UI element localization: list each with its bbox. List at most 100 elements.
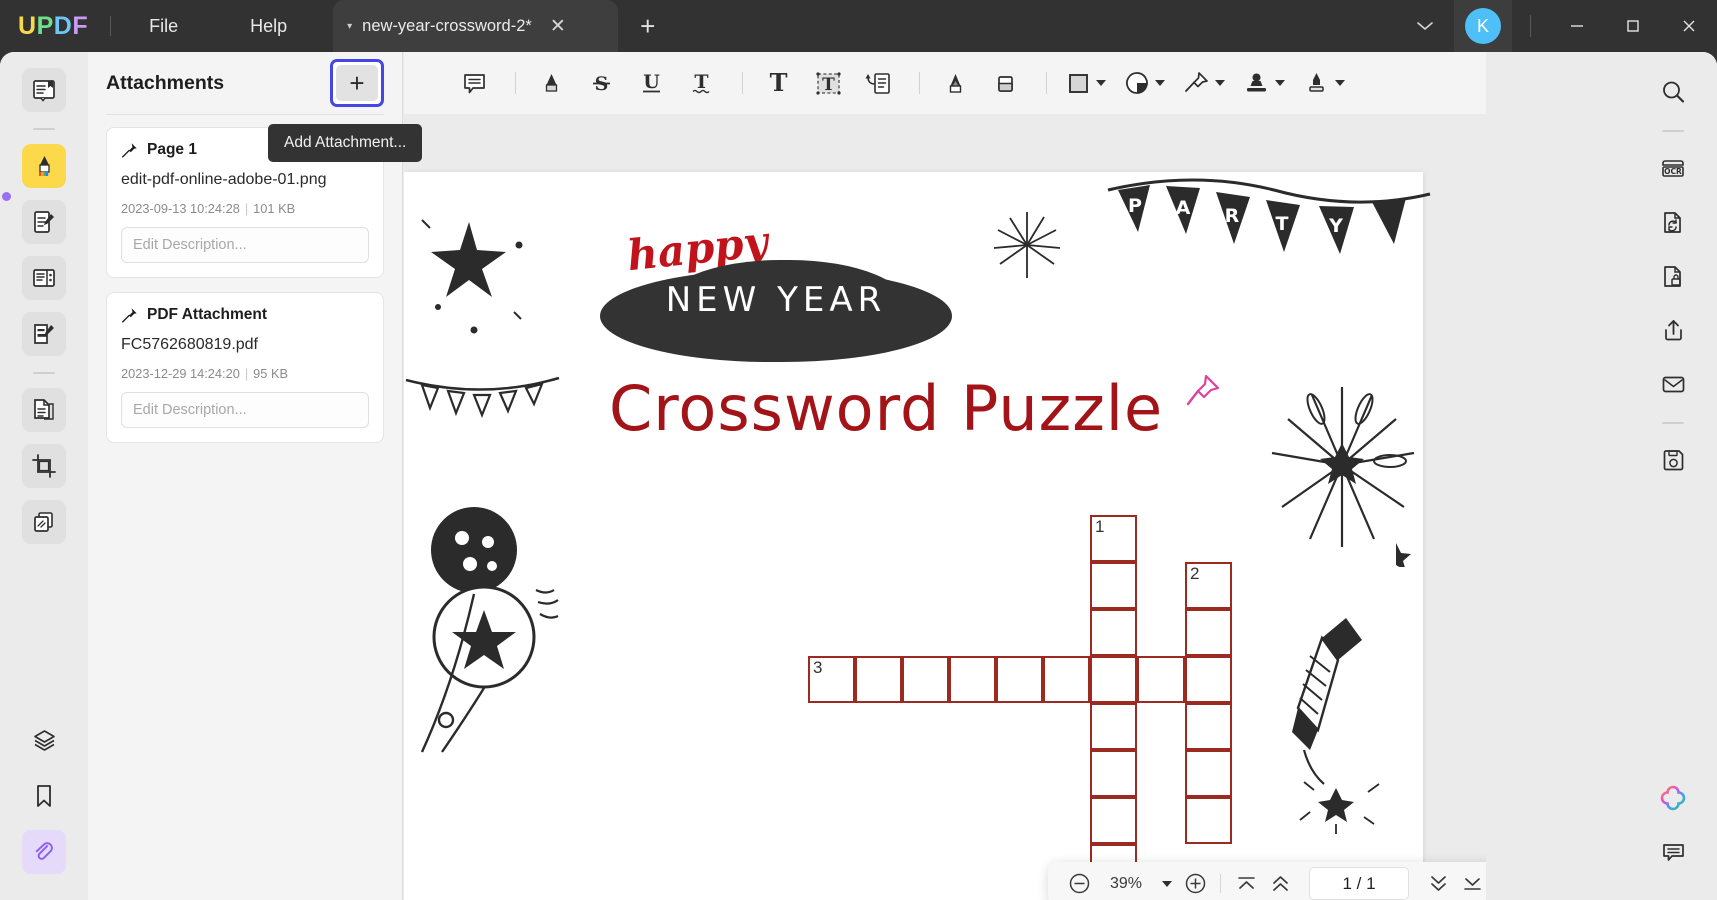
- crossword-cell[interactable]: [1137, 656, 1185, 703]
- app-body: Attachments + Page 1 edit-pdf-online-ado…: [0, 52, 1717, 900]
- eraser-tool[interactable]: [983, 61, 1027, 105]
- chevron-down-icon[interactable]: [1335, 80, 1345, 86]
- zoom-in-button[interactable]: [1178, 867, 1212, 900]
- sidebar-layers-icon[interactable]: [22, 718, 66, 762]
- crossword-cell[interactable]: [996, 656, 1043, 703]
- squiggly-tool[interactable]: T: [679, 61, 723, 105]
- pencil-tool[interactable]: [933, 61, 977, 105]
- sidebar-page-tools-icon[interactable]: [22, 256, 66, 300]
- crossword-number: 1: [1095, 517, 1105, 536]
- sticker-tool[interactable]: [1118, 61, 1171, 105]
- crossword-cell[interactable]: [1185, 609, 1232, 656]
- highlight-tool[interactable]: [529, 61, 573, 105]
- crossword-cell[interactable]: [1185, 797, 1232, 844]
- list-item[interactable]: PDF Attachment FC5762680819.pdf 2023-12-…: [106, 292, 384, 443]
- sidebar-compare-icon[interactable]: [22, 500, 66, 544]
- last-page-icon: [1463, 878, 1481, 890]
- callout-tool[interactable]: [856, 61, 900, 105]
- ocr-icon: OCR: [1662, 160, 1684, 177]
- tab-close-icon[interactable]: ✕: [550, 15, 566, 38]
- file-menu[interactable]: File: [133, 10, 194, 43]
- tab-caret-icon[interactable]: ▾: [347, 21, 352, 32]
- svg-text:T: T: [822, 75, 835, 95]
- crossword-cell[interactable]: [1185, 656, 1232, 703]
- sidebar-convert-icon[interactable]: [22, 388, 66, 432]
- next-page-button[interactable]: [1421, 867, 1455, 900]
- help-menu[interactable]: Help: [234, 10, 303, 43]
- sign-tool[interactable]: [1297, 61, 1351, 105]
- crossword-cell[interactable]: [1090, 562, 1137, 609]
- attachment-meta: 2023-09-13 10:24:28 | 101 KB: [121, 201, 369, 216]
- minimize-button[interactable]: [1549, 0, 1605, 52]
- chevron-down-icon[interactable]: [1215, 80, 1225, 86]
- first-page-button[interactable]: [1229, 867, 1263, 900]
- crossword-cell[interactable]: [1090, 656, 1137, 703]
- stamp-pin-tool[interactable]: [1177, 61, 1231, 105]
- quote-left-mark: ‚: [594, 304, 600, 334]
- zoom-dropdown-button[interactable]: [1156, 867, 1178, 900]
- document-refresh-icon: [1663, 211, 1681, 233]
- crossword-cell[interactable]: [902, 656, 949, 703]
- pin-icon: [122, 307, 137, 323]
- crossword-cell[interactable]: [1090, 703, 1137, 750]
- crossword-cell[interactable]: [1185, 750, 1232, 797]
- svg-text:T: T: [694, 71, 708, 93]
- sidebar-reader-icon[interactable]: [22, 68, 66, 112]
- crossword-cell[interactable]: [1185, 703, 1232, 750]
- sidebar-bookmarks-icon[interactable]: [22, 774, 66, 818]
- sidebar-crop-icon[interactable]: [22, 444, 66, 488]
- zoom-level[interactable]: 39%: [1096, 875, 1156, 893]
- page-indicator[interactable]: 1 / 1: [1309, 867, 1409, 900]
- share-icon[interactable]: [1651, 308, 1695, 352]
- signature-tool[interactable]: [1237, 61, 1291, 105]
- search-icon[interactable]: [1651, 70, 1695, 114]
- sidebar-form-icon[interactable]: [22, 312, 66, 356]
- sidebar-annotate-icon[interactable]: [22, 144, 66, 188]
- maximize-button[interactable]: [1605, 0, 1661, 52]
- crossword-cell[interactable]: [1043, 656, 1090, 703]
- protect-icon[interactable]: [1651, 254, 1695, 298]
- close-button[interactable]: [1661, 0, 1717, 52]
- chevron-down-icon[interactable]: [1155, 80, 1165, 86]
- note-tool[interactable]: [452, 61, 496, 105]
- crop-icon: [32, 454, 56, 478]
- convert-icon[interactable]: [1651, 200, 1695, 244]
- pdf-page[interactable]: P A R T Y happy NEW YEAR ‚ ' Crossword P…: [404, 172, 1431, 900]
- comment-list-icon: [1662, 843, 1684, 861]
- account-button[interactable]: K: [1454, 0, 1512, 52]
- add-attachment-button[interactable]: +: [330, 59, 384, 107]
- zoom-out-icon: [1069, 873, 1089, 894]
- crossword-cell[interactable]: [1090, 797, 1137, 844]
- crossword-cell[interactable]: [1090, 609, 1137, 656]
- save-icon[interactable]: [1651, 438, 1695, 482]
- strikethrough-tool[interactable]: S: [579, 61, 623, 105]
- description-input[interactable]: [121, 392, 369, 428]
- attachment-list: Page 1 edit-pdf-online-adobe-01.png 2023…: [88, 115, 402, 469]
- compare-pages-icon: [34, 512, 53, 532]
- document-tab[interactable]: ▾ new-year-crossword-2* ✕: [333, 0, 619, 52]
- crossword-cell[interactable]: [855, 656, 902, 703]
- zoom-out-button[interactable]: [1062, 867, 1096, 900]
- text-tool[interactable]: T: [756, 61, 800, 105]
- chevron-down-icon[interactable]: [1096, 80, 1106, 86]
- chevron-down-icon[interactable]: [1162, 880, 1172, 887]
- new-tab-button[interactable]: +: [640, 11, 655, 42]
- prev-page-button[interactable]: [1263, 867, 1297, 900]
- document-viewport[interactable]: P A R T Y happy NEW YEAR ‚ ' Crossword P…: [404, 114, 1486, 900]
- crossword-cell[interactable]: [1090, 750, 1137, 797]
- attachment-page-label: Page 1: [147, 141, 197, 158]
- chevron-down-icon[interactable]: [1396, 20, 1454, 32]
- last-page-button[interactable]: [1455, 867, 1486, 900]
- email-icon[interactable]: [1651, 362, 1695, 406]
- underline-tool[interactable]: U: [629, 61, 673, 105]
- sidebar-attachments-icon[interactable]: [22, 830, 66, 874]
- comments-icon[interactable]: [1651, 830, 1695, 874]
- sidebar-edit-pdf-icon[interactable]: [22, 200, 66, 244]
- chevron-down-icon[interactable]: [1275, 80, 1285, 86]
- description-input[interactable]: [121, 227, 369, 263]
- ocr-icon[interactable]: OCR: [1651, 146, 1695, 190]
- shapes-tool[interactable]: [1060, 61, 1112, 105]
- ai-assistant-icon[interactable]: [1651, 776, 1695, 820]
- crossword-cell[interactable]: [949, 656, 996, 703]
- text-box-tool[interactable]: T: [806, 61, 850, 105]
